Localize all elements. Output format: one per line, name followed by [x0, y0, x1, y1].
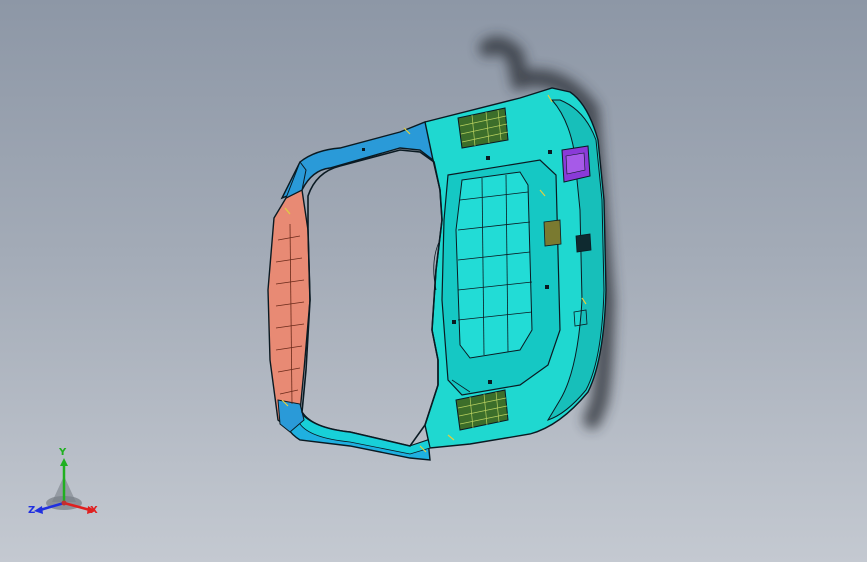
axis-y-label: Y	[59, 447, 67, 458]
graphics-viewport[interactable]: Y X Z	[0, 0, 867, 562]
purple-connector[interactable]	[561, 145, 591, 183]
cad-part-model[interactable]	[0, 0, 867, 562]
axis-z-arrow	[34, 506, 43, 514]
axis-x-label: X	[90, 505, 98, 516]
tray-inner-recess	[455, 171, 533, 359]
axis-z-label: Z	[28, 505, 36, 516]
view-orientation-triad[interactable]: Y X Z	[24, 448, 104, 524]
frame-top-rail[interactable]	[280, 121, 435, 200]
axis-y-arrow	[60, 458, 68, 466]
window-opening-edge	[301, 149, 443, 447]
